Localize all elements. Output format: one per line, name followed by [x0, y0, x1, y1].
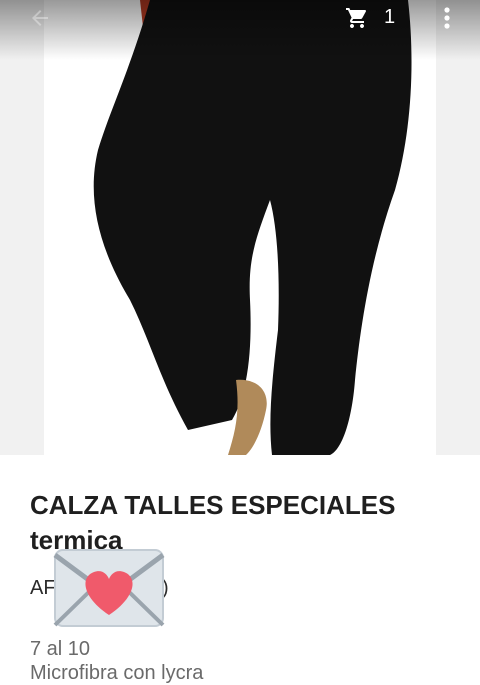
product-details: CALZA TALLES ESPECIALES termica AF ) 7 a…: [30, 488, 460, 685]
love-letter-emoji-icon: [53, 549, 165, 627]
more-vert-icon[interactable]: [437, 6, 457, 30]
shopping-cart-icon[interactable]: [344, 6, 370, 30]
product-image[interactable]: [0, 0, 480, 455]
price-line: AF ): [30, 549, 460, 627]
leggings-photo: [0, 0, 480, 455]
app-bar: 1: [0, 0, 480, 60]
cart-count-badge: 1: [384, 6, 396, 28]
arrow-left-icon[interactable]: [28, 6, 52, 30]
sizes-text: 7 al 10: [30, 638, 91, 660]
material-text: Microfibra con lycra: [30, 662, 204, 684]
